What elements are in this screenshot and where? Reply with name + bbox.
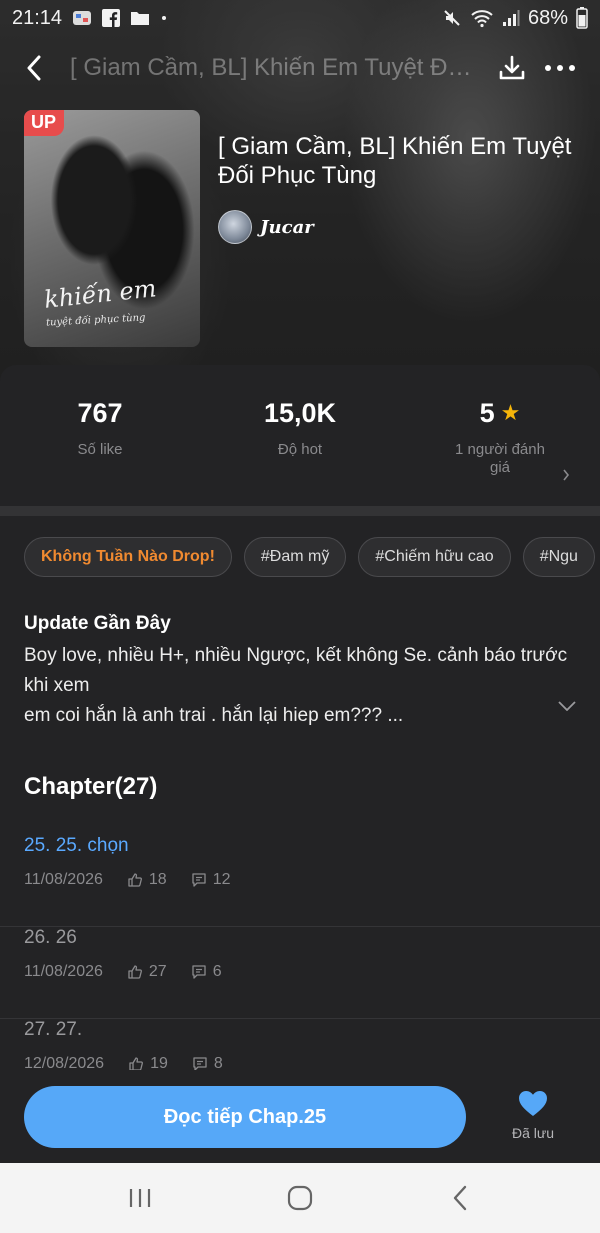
home-icon xyxy=(287,1185,313,1211)
chapter-likes: 18 xyxy=(148,871,167,888)
system-navigation-bar xyxy=(0,1163,600,1233)
system-back-icon xyxy=(453,1185,467,1211)
chapter-meta: 11/08/2026 27 6 xyxy=(24,963,222,981)
download-button[interactable] xyxy=(488,46,536,90)
download-icon xyxy=(499,55,525,80)
media-app-icon xyxy=(72,9,92,27)
stat-likes: 767 Số like xyxy=(0,395,200,505)
cover-script-title: khiến em xyxy=(42,274,158,314)
author[interactable]: Jucar xyxy=(218,210,314,244)
chapter-likes: 27 xyxy=(148,963,167,980)
author-avatar[interactable] xyxy=(218,210,252,244)
chapter-item[interactable]: 26. 26 11/08/2026 27 6 xyxy=(0,927,600,1019)
saved-label: Đã lưu xyxy=(511,1125,555,1141)
thumb-up-icon xyxy=(128,873,142,887)
more-dots-icon xyxy=(545,65,575,71)
book-cover[interactable]: UP khiến em tuyệt đối phục tùng xyxy=(24,110,200,347)
tag-item[interactable]: #Chiếm hữu cao xyxy=(358,537,511,577)
rating-value: 5 xyxy=(479,397,495,428)
description[interactable]: Update Gần Đây Boy love, nhiều H+, nhiều… xyxy=(24,613,576,731)
section-divider xyxy=(0,506,600,516)
book-title: [ Giam Cầm, BL] Khiến Em Tuyệt Đối Phục … xyxy=(218,133,572,189)
heart-icon xyxy=(519,1091,547,1116)
more-options-button[interactable] xyxy=(536,46,584,90)
thumb-up-icon xyxy=(128,965,142,979)
back-button[interactable] xyxy=(16,48,52,88)
continue-reading-button[interactable]: Đọc tiếp Chap.25 xyxy=(24,1086,466,1148)
chevron-right-icon xyxy=(563,469,570,481)
chapter-comments: 12 xyxy=(212,871,231,888)
chapter-item[interactable]: 25. 25. chọn 11/08/2026 18 12 xyxy=(0,835,600,927)
nav-title: [ Giam Cầm, BL] Khiến Em Tuyệt Đối Phục … xyxy=(70,54,488,81)
wifi-icon xyxy=(470,8,494,28)
status-bar: 21:14 68% xyxy=(0,0,600,36)
likes-label: Số like xyxy=(77,441,123,458)
stat-hot: 15,0K Độ hot xyxy=(200,395,400,505)
comment-icon xyxy=(192,873,206,887)
stats-row: 767 Số like 15,0K Độ hot 5 ★ 1 người đán… xyxy=(0,395,600,505)
chapter-name: 25. 25. chọn xyxy=(24,835,129,856)
save-button[interactable]: Đã lưu xyxy=(500,1090,566,1141)
description-line-1: Boy love, nhiều H+, nhiều Ngược, kết khô… xyxy=(24,645,568,696)
recent-apps-icon xyxy=(129,1189,151,1207)
expand-chevron-icon[interactable] xyxy=(558,701,576,711)
chapter-date: 11/08/2026 xyxy=(24,871,103,888)
chapter-name: 27. 27. xyxy=(24,1019,83,1040)
cover-script-subtitle: tuyệt đối phục tùng xyxy=(45,312,146,329)
chapters-title: Chapter(27) xyxy=(24,773,158,800)
chapter-date: 11/08/2026 xyxy=(24,963,103,980)
top-navigation: [ Giam Cầm, BL] Khiến Em Tuyệt Đối Phục … xyxy=(0,40,600,96)
description-line-2: em coi hắn là anh trai . hắn lại hiep em… xyxy=(24,705,404,726)
comment-icon xyxy=(192,965,206,979)
facebook-icon xyxy=(102,9,121,27)
tag-item[interactable]: #Ngu xyxy=(522,537,595,577)
description-title: Update Gần Đây xyxy=(24,613,171,634)
home-button[interactable] xyxy=(270,1173,330,1223)
battery-icon xyxy=(576,7,588,29)
dot-icon xyxy=(160,14,168,22)
chapter-comments: 6 xyxy=(212,963,222,980)
likes-count: 767 xyxy=(77,397,123,428)
chapter-meta: 11/08/2026 18 12 xyxy=(24,871,230,889)
chapter-name: 26. 26 xyxy=(24,927,77,948)
signal-icon xyxy=(502,9,520,27)
hot-label: Độ hot xyxy=(277,441,323,458)
status-time: 21:14 xyxy=(12,6,63,29)
rating-label: 1 người đánh giá xyxy=(455,441,545,476)
rating-value-wrap: 5 ★ xyxy=(480,395,521,431)
tag-list: Không Tuần Nào Drop! #Đam mỹ #Chiếm hữu … xyxy=(24,537,600,577)
author-name[interactable]: Jucar xyxy=(260,217,314,238)
bottom-action-bar: Đọc tiếp Chap.25 Đã lưu xyxy=(0,1070,600,1162)
recent-apps-button[interactable] xyxy=(110,1173,170,1223)
system-back-button[interactable] xyxy=(430,1173,490,1223)
screen: 21:14 68% [Giam Cầm, BL] Khiến Em Tuyệt… xyxy=(0,0,600,1233)
details-panel: 767 Số like 15,0K Độ hot 5 ★ 1 người đán… xyxy=(0,365,600,1165)
battery-percent: 68% xyxy=(527,6,568,29)
mute-icon xyxy=(442,8,462,28)
star-icon: ★ xyxy=(500,400,521,425)
hot-count: 15,0K xyxy=(263,397,337,428)
back-arrow-icon xyxy=(27,55,41,81)
stat-rating[interactable]: 5 ★ 1 người đánh giá xyxy=(400,395,600,505)
tag-item[interactable]: #Đam mỹ xyxy=(243,537,347,577)
tag-item[interactable]: Không Tuần Nào Drop! xyxy=(24,537,232,577)
update-badge: UP xyxy=(24,110,65,136)
folder-icon xyxy=(130,10,150,26)
